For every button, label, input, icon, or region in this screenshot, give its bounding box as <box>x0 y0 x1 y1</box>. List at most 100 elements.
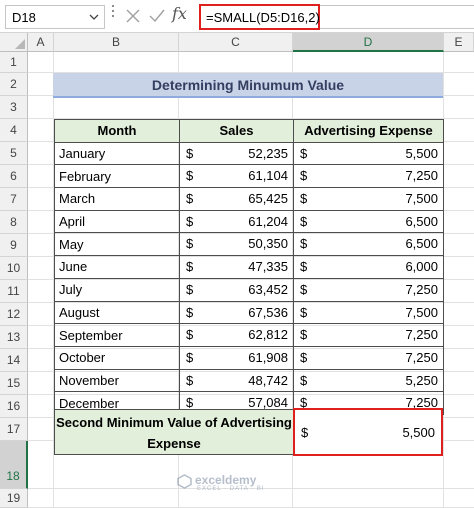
chevron-down-icon[interactable] <box>89 12 99 22</box>
row-header-4[interactable]: 4 <box>0 119 28 142</box>
column-header-e[interactable]: E <box>444 33 474 52</box>
sales-cell[interactable]: $65,425 <box>179 187 294 211</box>
header-advertising-expense[interactable]: Advertising Expense <box>293 119 444 143</box>
adv-expense-cell[interactable]: $7,250 <box>293 277 444 302</box>
currency-symbol: $ <box>186 191 194 207</box>
row-header-12[interactable]: 12 <box>0 303 28 326</box>
sales-cell[interactable]: $48,742 <box>179 368 294 393</box>
adv-expense-value: 7,250 <box>405 327 438 343</box>
insert-function-icon[interactable]: fx <box>172 4 187 23</box>
adv-expense-value: 7,250 <box>405 281 438 297</box>
currency-symbol: $ <box>186 304 194 320</box>
currency-symbol: $ <box>300 236 308 252</box>
header-month[interactable]: Month <box>54 119 180 143</box>
column-header-c[interactable]: C <box>179 33 293 52</box>
month-cell[interactable]: June <box>54 255 180 279</box>
currency-symbol: $ <box>300 372 308 388</box>
sales-cell[interactable]: $61,204 <box>179 209 294 234</box>
adv-expense-cell[interactable]: $6,500 <box>293 232 444 257</box>
currency-symbol: $ <box>186 349 194 365</box>
table-row: October $61,908 $7,250 <box>54 345 444 370</box>
column-header-a[interactable]: A <box>28 33 54 52</box>
sales-cell[interactable]: $62,812 <box>179 323 294 347</box>
table-row: September $62,812 $7,250 <box>54 323 444 347</box>
adv-expense-cell[interactable]: $7,250 <box>293 345 444 370</box>
month-cell[interactable]: September <box>54 323 180 347</box>
row-header-18[interactable]: 18 <box>0 441 28 489</box>
table-row: August $67,536 $7,500 <box>54 300 444 325</box>
row-header-16[interactable]: 16 <box>0 395 28 418</box>
month-cell[interactable]: November <box>54 368 180 393</box>
row-header-15[interactable]: 15 <box>0 372 28 395</box>
row-header-3[interactable]: 3 <box>0 96 28 119</box>
sales-cell[interactable]: $61,908 <box>179 345 294 370</box>
row-header-9[interactable]: 9 <box>0 234 28 257</box>
formula-input-extension[interactable] <box>320 5 474 29</box>
drag-handle-icon[interactable] <box>112 5 114 27</box>
column-header-b[interactable]: B <box>54 33 179 52</box>
currency-symbol: $ <box>186 145 194 161</box>
formula-input[interactable]: =SMALL(D5:D16,2) <box>199 4 320 30</box>
formula-bar: D18 fx =SMALL(D5:D16,2) <box>0 0 474 33</box>
sales-value: 47,335 <box>248 259 288 275</box>
summary-label[interactable]: Second Minimum Value of Advertising Expe… <box>54 409 294 455</box>
adv-expense-cell[interactable]: $7,500 <box>293 300 444 325</box>
sales-cell[interactable]: $50,350 <box>179 232 294 257</box>
adv-expense-cell[interactable]: $7,250 <box>293 323 444 347</box>
row-header-10[interactable]: 10 <box>0 257 28 280</box>
adv-expense-value: 6,500 <box>405 213 438 229</box>
row-header-7[interactable]: 7 <box>0 188 28 211</box>
summary-value-cell[interactable]: $ 5,500 <box>293 408 443 456</box>
adv-expense-cell[interactable]: $7,500 <box>293 187 444 211</box>
currency-symbol: $ <box>300 259 308 275</box>
row-header-17[interactable]: 17 <box>0 418 28 441</box>
adv-expense-cell[interactable]: $7,250 <box>293 164 444 189</box>
currency-symbol: $ <box>186 281 194 297</box>
month-cell[interactable]: March <box>54 187 180 211</box>
sales-cell[interactable]: $63,452 <box>179 277 294 302</box>
month-cell[interactable]: January <box>54 141 180 166</box>
currency-symbol: $ <box>300 168 308 184</box>
row-header-1[interactable]: 1 <box>0 52 28 73</box>
adv-expense-cell[interactable]: $5,500 <box>293 141 444 166</box>
sales-cell[interactable]: $52,235 <box>179 141 294 166</box>
name-box[interactable]: D18 <box>5 5 105 29</box>
row-header-8[interactable]: 8 <box>0 211 28 234</box>
adv-expense-cell[interactable]: $5,250 <box>293 368 444 393</box>
adv-expense-cell[interactable]: $6,500 <box>293 209 444 234</box>
currency-symbol: $ <box>186 327 194 343</box>
month-cell[interactable]: August <box>54 300 180 325</box>
month-cell[interactable]: October <box>54 345 180 370</box>
row-header-13[interactable]: 13 <box>0 326 28 349</box>
currency-symbol: $ <box>300 304 308 320</box>
row-header-6[interactable]: 6 <box>0 165 28 188</box>
currency-symbol: $ <box>300 191 308 207</box>
month-cell[interactable]: February <box>54 164 180 189</box>
check-icon[interactable] <box>148 7 166 25</box>
sales-value: 62,812 <box>248 327 288 343</box>
sales-value: 67,536 <box>248 304 288 320</box>
table-row: June $47,335 $6,000 <box>54 255 444 279</box>
month-cell[interactable]: July <box>54 277 180 302</box>
table-row: November $48,742 $5,250 <box>54 368 444 393</box>
adv-expense-value: 7,500 <box>405 191 438 207</box>
header-sales[interactable]: Sales <box>179 119 294 143</box>
adv-expense-value: 7,250 <box>405 349 438 365</box>
adv-expense-cell[interactable]: $6,000 <box>293 255 444 279</box>
row-header-14[interactable]: 14 <box>0 349 28 372</box>
select-all-button[interactable] <box>0 33 28 52</box>
sales-cell[interactable]: $67,536 <box>179 300 294 325</box>
cancel-icon[interactable] <box>124 7 142 25</box>
row-header-2[interactable]: 2 <box>0 73 28 96</box>
month-cell[interactable]: April <box>54 209 180 234</box>
formula-text: =SMALL(D5:D16,2) <box>206 10 320 25</box>
month-cell[interactable]: May <box>54 232 180 257</box>
column-header-d[interactable]: D <box>293 33 444 52</box>
sales-cell[interactable]: $61,104 <box>179 164 294 189</box>
row-header-19[interactable]: 19 <box>0 489 28 508</box>
table-row: February $61,104 $7,250 <box>54 164 444 189</box>
sales-cell[interactable]: $47,335 <box>179 255 294 279</box>
row-header-11[interactable]: 11 <box>0 280 28 303</box>
row-header-5[interactable]: 5 <box>0 142 28 165</box>
summary-value: 5,500 <box>402 425 435 440</box>
